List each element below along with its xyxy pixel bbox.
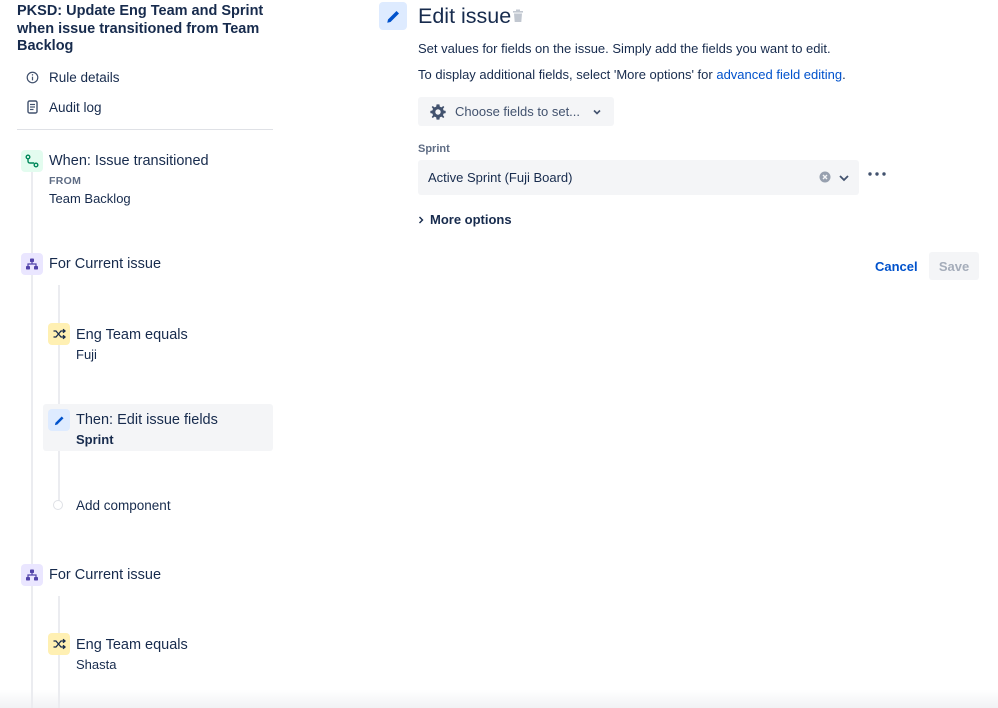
rule-title: PKSD: Update Eng Team and Sprint when is… bbox=[17, 3, 264, 54]
sprint-field-label: Sprint bbox=[418, 143, 450, 155]
rule-details-label: Rule details bbox=[49, 69, 120, 85]
add-component-label: Add component bbox=[76, 498, 171, 513]
clear-icon[interactable] bbox=[819, 171, 831, 183]
sprint-select[interactable]: Active Sprint (Fuji Board) bbox=[418, 160, 859, 195]
action-value-1: Sprint bbox=[76, 432, 114, 447]
advanced-note-prefix: To display additional fields, select 'Mo… bbox=[418, 67, 717, 82]
audit-log-link[interactable]: Audit log bbox=[24, 99, 102, 115]
condition-title-1: Eng Team equals bbox=[76, 327, 188, 343]
chevron-down-icon bbox=[592, 107, 602, 117]
advanced-field-editing-link[interactable]: advanced field editing bbox=[716, 67, 842, 82]
audit-log-label: Audit log bbox=[49, 99, 102, 115]
sprint-select-value: Active Sprint (Fuji Board) bbox=[428, 170, 573, 185]
editor-title: Edit issue bbox=[418, 4, 512, 28]
gear-icon bbox=[429, 103, 447, 121]
pencil-icon bbox=[48, 409, 70, 431]
hierarchy-icon bbox=[21, 564, 43, 586]
action-title-1: Then: Edit issue fields bbox=[76, 412, 218, 428]
trigger-from-label: FROM bbox=[49, 175, 82, 187]
editor-advanced-note: To display additional fields, select 'Mo… bbox=[418, 67, 846, 82]
shuffle-icon bbox=[48, 633, 70, 655]
pencil-icon bbox=[386, 10, 399, 23]
chevron-right-icon bbox=[418, 216, 427, 224]
condition-title-2: Eng Team equals bbox=[76, 637, 188, 653]
edit-issue-icon bbox=[379, 2, 407, 30]
add-component-dot bbox=[53, 500, 63, 510]
trigger-from-value: Team Backlog bbox=[49, 191, 131, 206]
branch-title-1: For Current issue bbox=[49, 256, 162, 272]
trash-icon[interactable] bbox=[512, 9, 524, 23]
more-options-toggle[interactable]: More options bbox=[418, 212, 512, 227]
choose-fields-label: Choose fields to set... bbox=[455, 104, 581, 119]
more-options-label: More options bbox=[430, 212, 512, 227]
branch-title-2: For Current issue bbox=[49, 567, 162, 583]
bottom-fade bbox=[0, 690, 998, 708]
more-actions-icon[interactable] bbox=[866, 166, 888, 182]
document-icon bbox=[24, 99, 40, 115]
sidebar-divider bbox=[17, 129, 273, 130]
rule-details-link[interactable]: Rule details bbox=[24, 69, 120, 85]
editor-description: Set values for fields on the issue. Simp… bbox=[418, 41, 831, 56]
choose-fields-button[interactable]: Choose fields to set... bbox=[418, 97, 614, 126]
branch1-flow-line bbox=[58, 285, 60, 505]
trigger-title: When: Issue transitioned bbox=[49, 153, 209, 169]
branch-icon bbox=[21, 150, 43, 172]
condition-value-2: Shasta bbox=[76, 657, 117, 672]
save-button[interactable]: Save bbox=[929, 252, 979, 280]
hierarchy-icon bbox=[21, 253, 43, 275]
info-icon bbox=[24, 69, 40, 85]
cancel-button[interactable]: Cancel bbox=[868, 252, 925, 280]
advanced-note-suffix: . bbox=[842, 67, 846, 82]
chevron-down-icon[interactable] bbox=[837, 171, 851, 185]
shuffle-icon bbox=[48, 323, 70, 345]
condition-value-1: Fuji bbox=[76, 347, 97, 362]
